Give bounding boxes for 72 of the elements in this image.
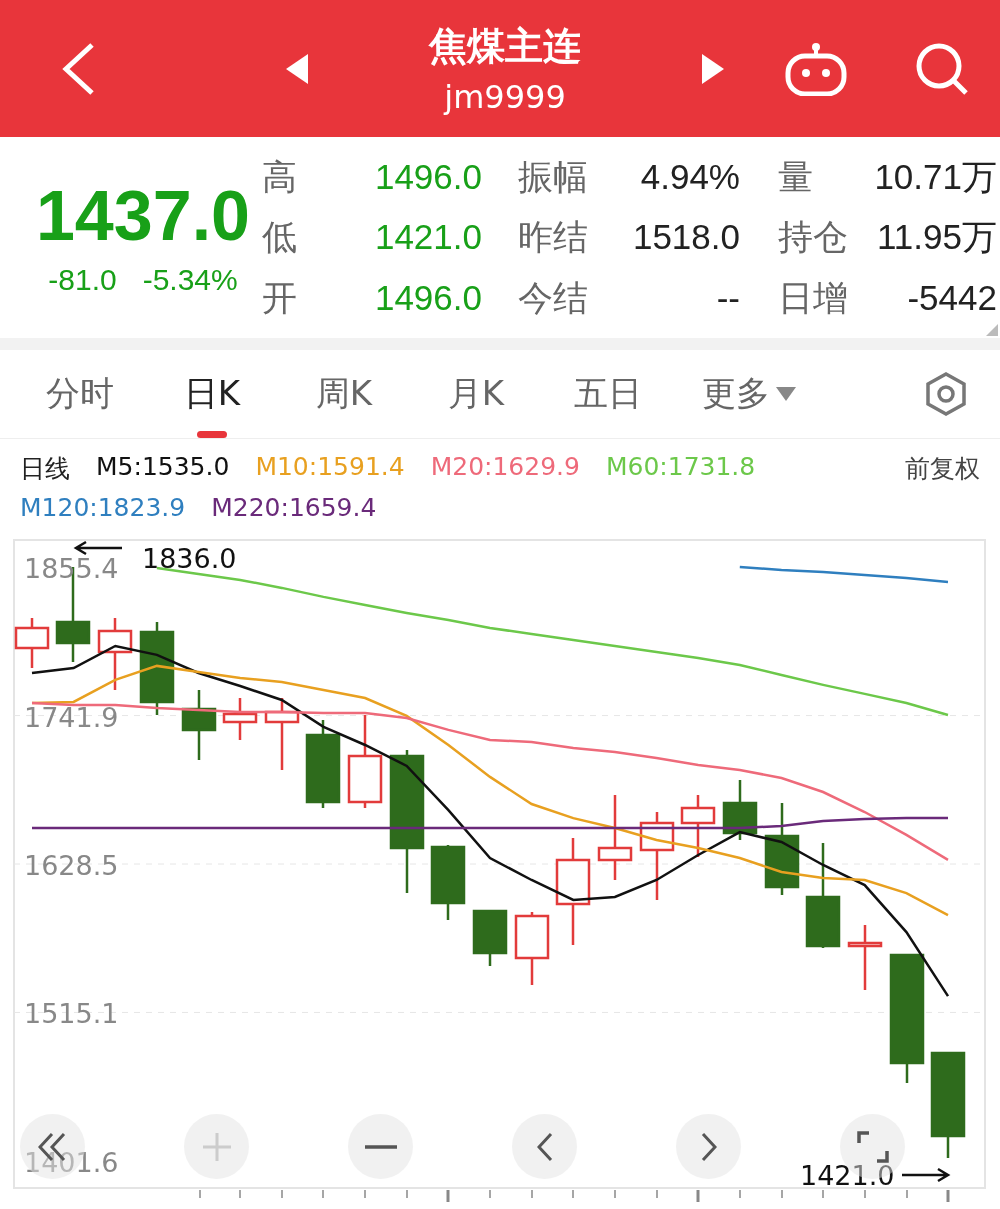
robot-button[interactable] bbox=[784, 41, 848, 96]
period-tab[interactable]: 五日 bbox=[542, 350, 674, 438]
stat-label: 振幅 bbox=[518, 157, 588, 197]
moving-average-label: M5:1535.0 bbox=[96, 452, 230, 483]
minus-icon bbox=[364, 1144, 397, 1149]
high-price-marker: 1836.0 bbox=[142, 545, 237, 572]
last-price: 1437.0 bbox=[35, 178, 251, 255]
moving-average-label: M120:1823.9 bbox=[20, 493, 186, 522]
stat-label: 高 bbox=[262, 157, 297, 197]
previous-button[interactable] bbox=[286, 53, 308, 84]
back-button[interactable] bbox=[60, 40, 96, 97]
robot-icon bbox=[784, 41, 848, 96]
candlestick bbox=[97, 618, 133, 690]
stat-value: 1496.0 bbox=[374, 157, 482, 197]
period-tab[interactable]: 月K bbox=[410, 350, 542, 438]
chevron-right-icon bbox=[700, 1131, 717, 1162]
low-price-marker: 1421.0 bbox=[800, 1162, 895, 1189]
stat-value: -- bbox=[716, 278, 740, 318]
period-label: 日线 bbox=[20, 453, 70, 485]
moving-average-label: M20:1629.9 bbox=[430, 452, 580, 483]
candlestick bbox=[722, 780, 758, 840]
stat-value: 4.94% bbox=[640, 157, 740, 197]
price-axis-label: 1741.9 bbox=[24, 703, 119, 731]
period-tab[interactable]: 日K bbox=[146, 350, 278, 438]
stat-value: 1421.0 bbox=[374, 218, 482, 257]
instrument-code: jm9999 bbox=[444, 78, 566, 116]
stat-value: 1518.0 bbox=[632, 218, 740, 257]
price-axis-label: 1855.4 bbox=[24, 554, 119, 582]
stat-value: 1496.0 bbox=[374, 278, 482, 318]
stat-label: 日增 bbox=[778, 278, 848, 318]
right-arrow-icon bbox=[900, 1167, 951, 1183]
candlestick bbox=[181, 690, 217, 760]
period-tab[interactable]: 周K bbox=[278, 350, 410, 438]
left-triangle-icon bbox=[286, 53, 308, 84]
price-axis-label: 1628.5 bbox=[24, 852, 119, 879]
caret-icon bbox=[776, 387, 796, 401]
stat-label: 低 bbox=[262, 218, 297, 257]
back-icon bbox=[60, 40, 96, 97]
percent-change: -5.34% bbox=[142, 263, 238, 297]
candlestick bbox=[14, 618, 50, 668]
stat-label: 今结 bbox=[518, 278, 588, 318]
stat-value: 10.71万 bbox=[874, 157, 997, 197]
moving-average-label: M60:1731.8 bbox=[605, 452, 756, 483]
price-axis-label: 1401.6 bbox=[24, 1149, 119, 1177]
adjust-label[interactable]: 前复权 bbox=[905, 452, 980, 485]
corner-triangle-icon bbox=[986, 324, 998, 336]
next-button[interactable] bbox=[702, 53, 724, 84]
period-tab[interactable]: 更多 bbox=[674, 350, 824, 438]
price-change: -81.0 bbox=[48, 263, 117, 297]
right-triangle-icon bbox=[702, 53, 724, 84]
stat-label: 持仓 bbox=[778, 218, 848, 257]
stat-value: -5442 bbox=[907, 278, 997, 318]
plus-icon bbox=[201, 1131, 232, 1162]
stat-label: 昨结 bbox=[518, 218, 588, 257]
candlestick bbox=[847, 925, 883, 990]
candlestick bbox=[680, 795, 716, 857]
candlestick bbox=[264, 698, 300, 770]
stat-value: 11.95万 bbox=[877, 218, 997, 257]
period-tab[interactable]: 分时 bbox=[14, 350, 146, 438]
chevron-left-icon bbox=[536, 1131, 553, 1162]
settings-button[interactable] bbox=[924, 371, 968, 417]
stat-label: 开 bbox=[262, 278, 297, 318]
moving-average-label: M220:1659.4 bbox=[211, 493, 377, 522]
candlestick bbox=[472, 909, 508, 966]
candlestick bbox=[222, 698, 258, 740]
settings-icon bbox=[924, 371, 968, 417]
stat-label: 量 bbox=[778, 157, 813, 197]
instrument-title: 焦煤主连 bbox=[429, 23, 581, 70]
price-axis-label: 1515.1 bbox=[24, 1000, 119, 1028]
moving-average-label: M10:1591.4 bbox=[255, 452, 405, 483]
fullscreen-icon bbox=[856, 1130, 889, 1163]
left-arrow-icon bbox=[73, 540, 124, 556]
